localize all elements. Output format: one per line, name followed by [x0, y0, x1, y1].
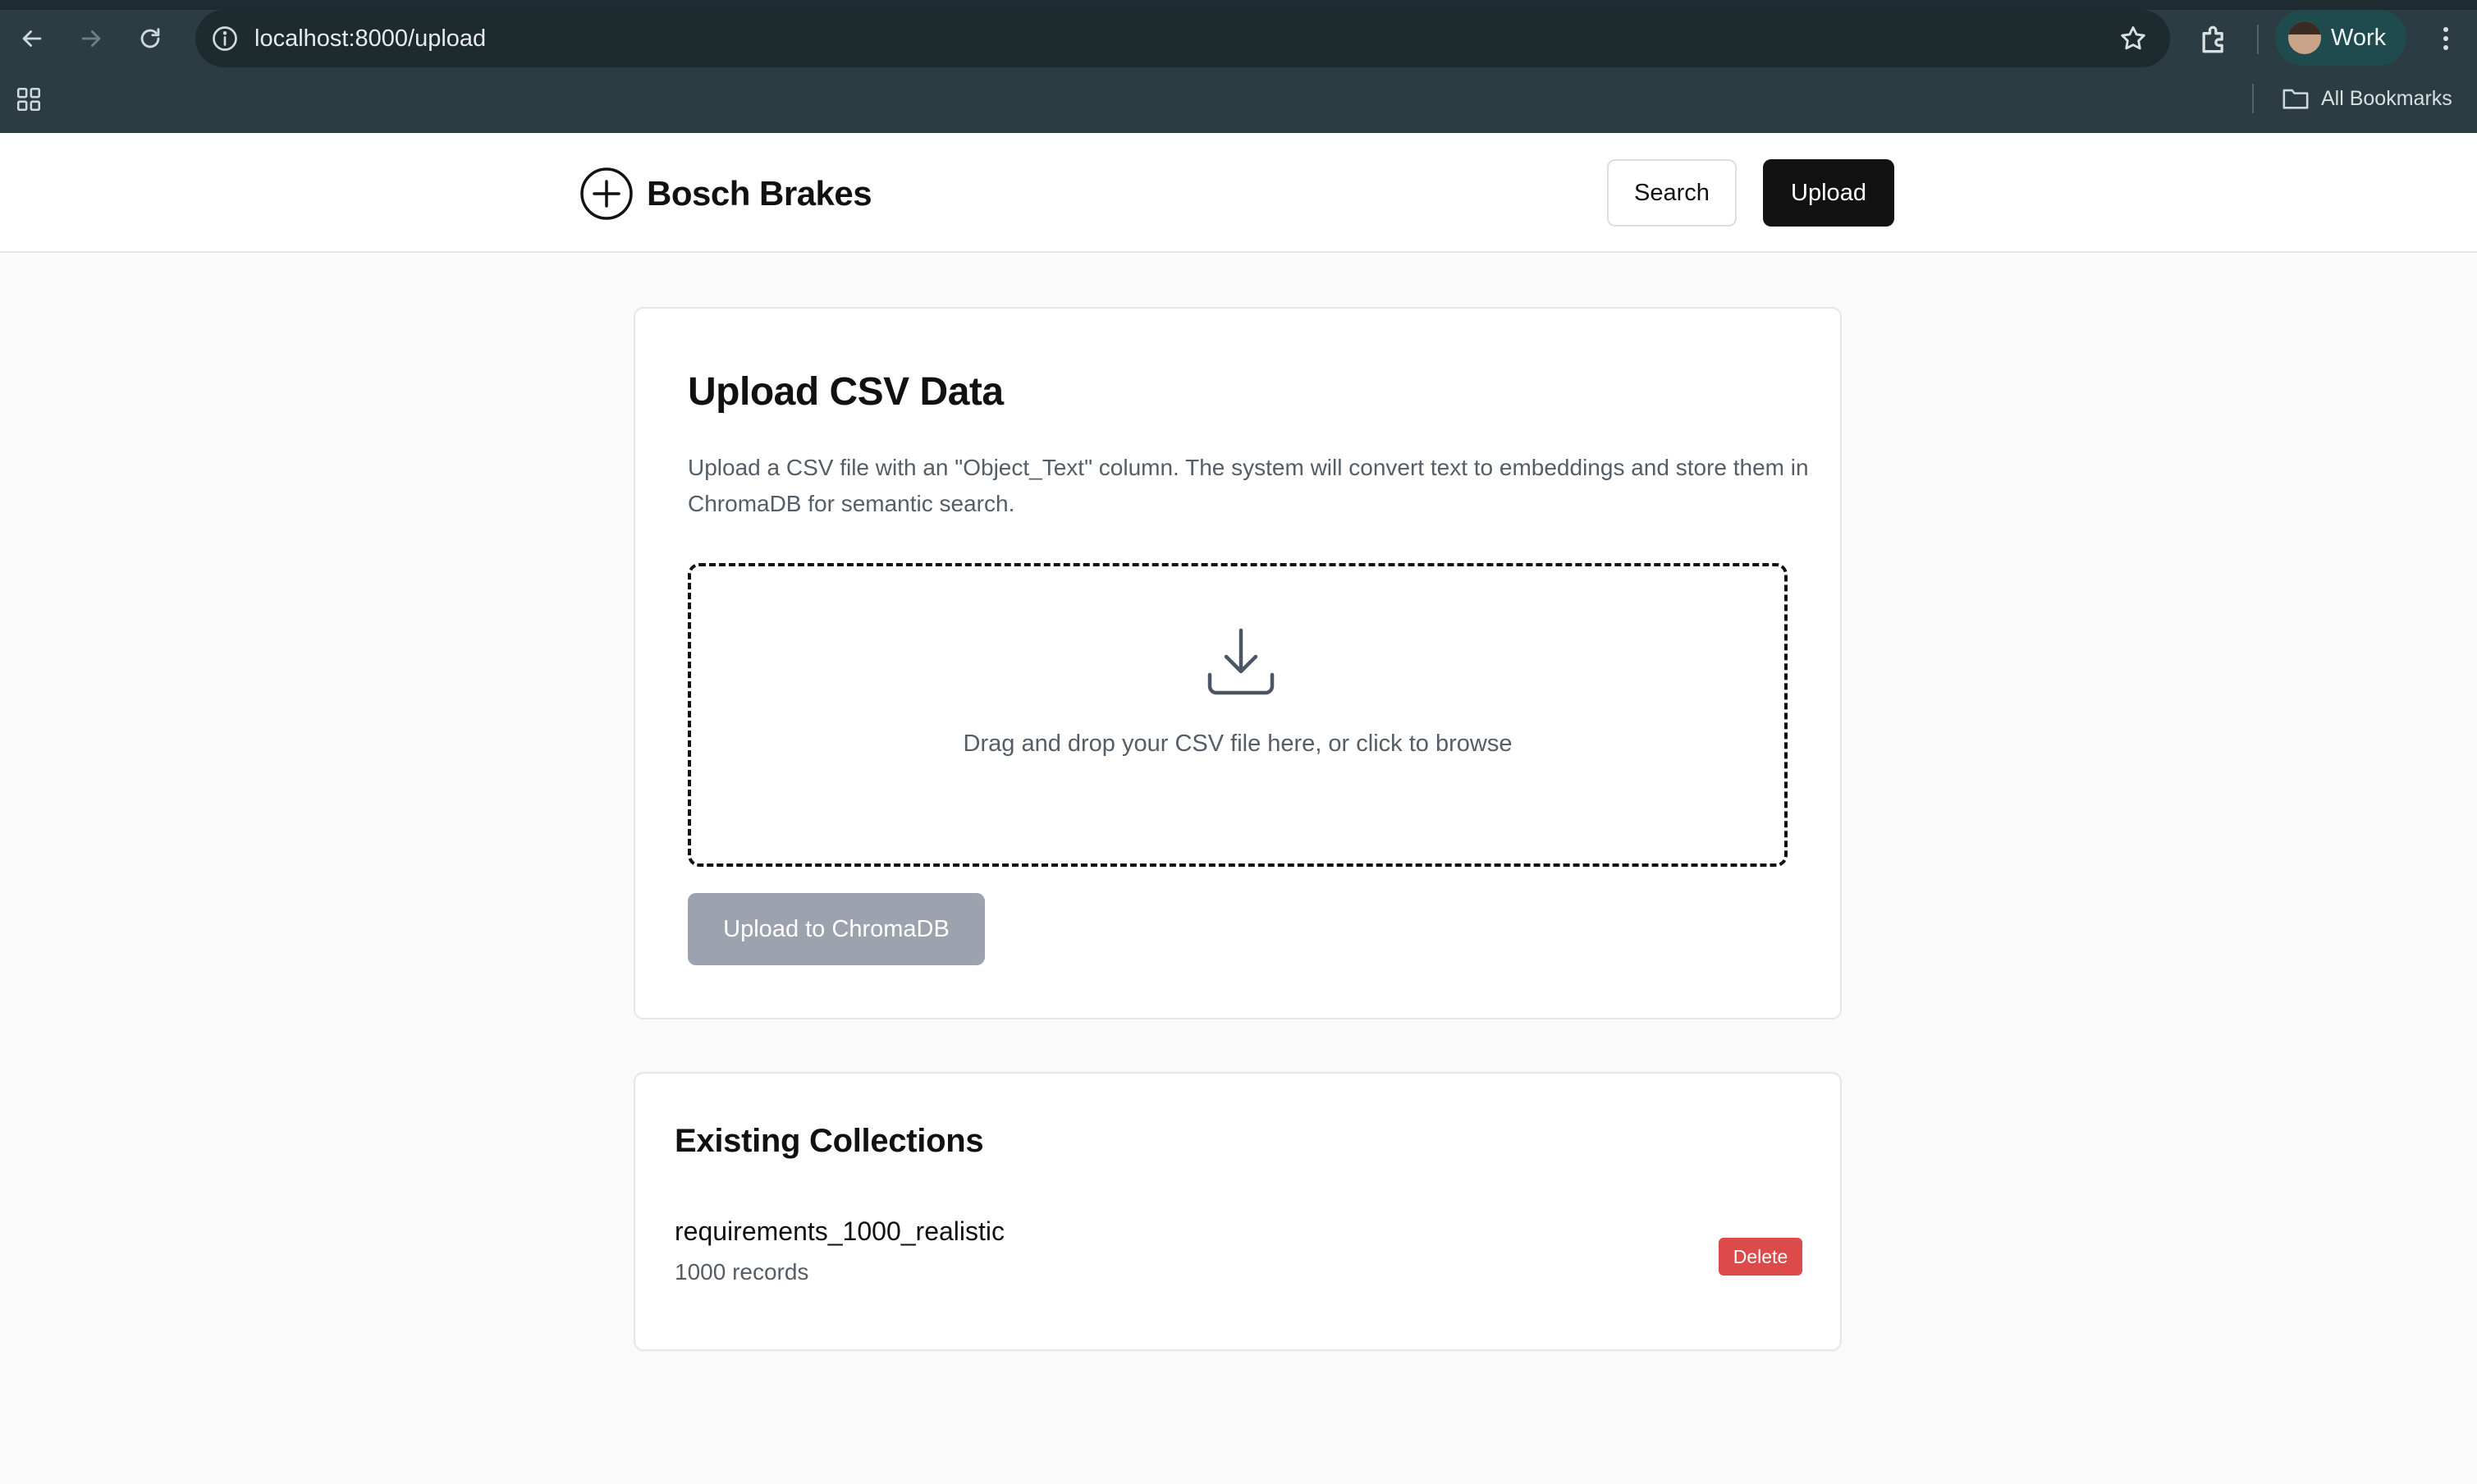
collection-record-count: 1000 records: [675, 1259, 809, 1285]
site-info-icon[interactable]: [210, 24, 240, 53]
delete-collection-button[interactable]: Delete: [1719, 1238, 1802, 1276]
plus-circle-icon: [580, 167, 633, 220]
all-bookmarks-button[interactable]: All Bookmarks: [2282, 80, 2452, 117]
arrow-left-icon: [22, 30, 42, 47]
dropzone-text: Drag and drop your CSV file here, or cli…: [963, 731, 1513, 757]
tab-strip: [0, 0, 2477, 10]
search-nav-button[interactable]: Search: [1607, 159, 1737, 227]
page-title: Upload CSV Data: [688, 370, 1004, 414]
extensions-icon[interactable]: [2196, 21, 2232, 57]
all-bookmarks-label: All Bookmarks: [2321, 86, 2452, 110]
avatar: [2288, 21, 2321, 54]
upload-nav-button[interactable]: Upload: [1763, 159, 1894, 227]
bookmarks-divider: [2252, 84, 2254, 113]
upload-description: Upload a CSV file with an "Object_Text" …: [688, 455, 1809, 516]
back-button[interactable]: [11, 18, 53, 59]
url-text[interactable]: localhost:8000/upload: [254, 10, 486, 67]
brand-logo[interactable]: Bosch Brakes: [579, 166, 872, 222]
browser-menu-button[interactable]: [2429, 18, 2462, 59]
folder-icon: [2282, 89, 2309, 109]
csv-dropzone[interactable]: Drag and drop your CSV file here, or cli…: [688, 563, 1788, 867]
toolbar-divider: [2257, 25, 2259, 54]
arrow-right-icon: [81, 30, 101, 47]
collection-name: requirements_1000_realistic: [675, 1216, 1005, 1246]
apps-grid-icon[interactable]: [15, 85, 43, 113]
profile-button[interactable]: Work: [2275, 10, 2406, 66]
app-header: Bosch Brakes Search Upload: [0, 133, 2477, 253]
upload-to-chromadb-button[interactable]: Upload to ChromaDB: [688, 893, 985, 965]
upload-card: Upload CSV Data Upload a CSV file with a…: [634, 307, 1842, 1019]
list-item: requirements_1000_realistic 1000 records…: [675, 1216, 1802, 1298]
brand-name: Bosch Brakes: [647, 174, 872, 213]
address-bar[interactable]: localhost:8000/upload: [195, 10, 2170, 67]
forward-button[interactable]: [71, 18, 112, 59]
profile-label: Work: [2331, 25, 2387, 51]
browser-toolbar: localhost:8000/upload Work All Bookmarks: [0, 0, 2477, 133]
bookmark-star-icon[interactable]: [2118, 23, 2149, 54]
collections-title: Existing Collections: [675, 1123, 984, 1159]
collections-card: Existing Collections requirements_1000_r…: [634, 1072, 1842, 1351]
reload-icon: [140, 28, 160, 48]
download-tray-icon: [1207, 628, 1275, 695]
reload-button[interactable]: [130, 18, 171, 59]
